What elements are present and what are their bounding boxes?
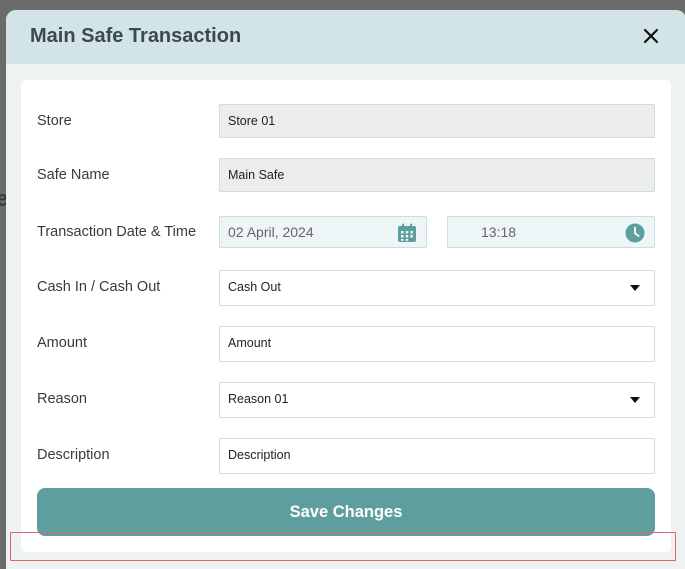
- store-field: Store 01: [219, 104, 655, 138]
- save-changes-button[interactable]: Save Changes: [37, 488, 655, 536]
- transaction-datetime-row: Transaction Date & Time 02 April, 2024 1…: [21, 216, 671, 250]
- reason-row: Reason Reason 01: [21, 382, 671, 418]
- cash-in-out-select[interactable]: Cash Out: [219, 270, 655, 306]
- highlight-box: [10, 532, 676, 561]
- description-label: Description: [37, 447, 110, 463]
- store-label: Store: [37, 113, 72, 129]
- reason-value: Reason 01: [228, 392, 289, 406]
- time-value: 13:18: [481, 224, 517, 240]
- date-value: 02 April, 2024: [228, 224, 314, 240]
- time-picker[interactable]: 13:18: [447, 216, 655, 248]
- safe-name-label: Safe Name: [37, 167, 110, 183]
- clock-icon[interactable]: [624, 222, 646, 244]
- transaction-datetime-label: Transaction Date & Time: [37, 224, 197, 240]
- safe-name-field: Main Safe: [219, 158, 655, 192]
- close-icon: [643, 28, 659, 44]
- chevron-down-icon: [630, 285, 640, 291]
- cash-in-out-row: Cash In / Cash Out Cash Out: [21, 270, 671, 306]
- amount-label: Amount: [37, 335, 87, 351]
- safe-name-row: Safe Name Main Safe: [21, 158, 671, 192]
- chevron-down-icon: [630, 397, 640, 403]
- modal-header: Main Safe Transaction: [6, 10, 685, 64]
- store-row: Store Store 01: [21, 104, 671, 138]
- date-picker[interactable]: 02 April, 2024: [219, 216, 427, 248]
- cash-in-out-label: Cash In / Cash Out: [37, 279, 161, 295]
- form-card: Store Store 01 Safe Name Main Safe Trans…: [21, 80, 671, 552]
- reason-select[interactable]: Reason 01: [219, 382, 655, 418]
- modal-title: Main Safe Transaction: [30, 25, 242, 47]
- reason-label: Reason: [37, 391, 87, 407]
- transaction-modal: Main Safe Transaction Store Store 01 Saf…: [6, 10, 685, 569]
- amount-input[interactable]: Amount: [219, 326, 655, 362]
- description-row: Description Description: [21, 438, 671, 474]
- description-input[interactable]: Description: [219, 438, 655, 474]
- close-button[interactable]: [638, 23, 664, 49]
- calendar-icon[interactable]: [396, 222, 418, 244]
- cash-in-out-value: Cash Out: [228, 280, 281, 294]
- amount-row: Amount Amount: [21, 326, 671, 362]
